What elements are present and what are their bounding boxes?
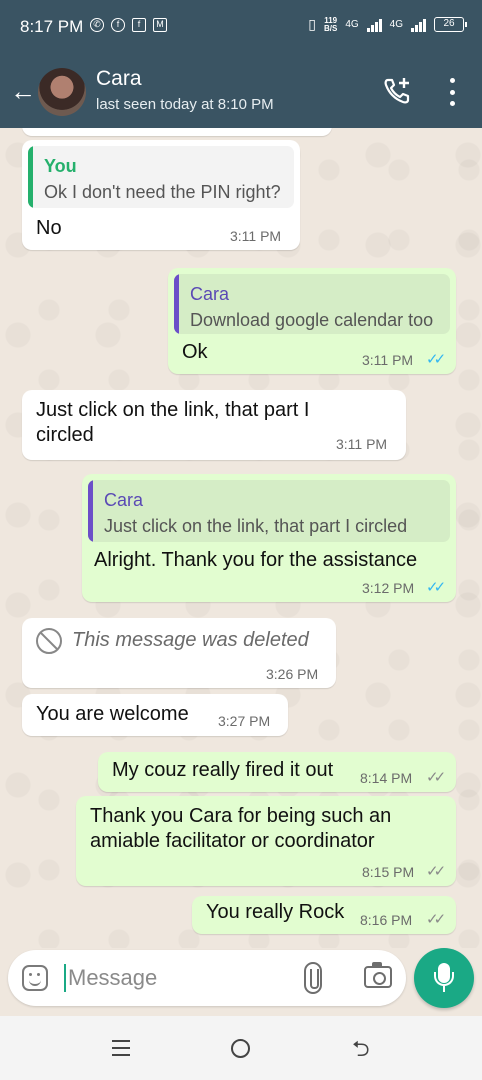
system-navigation-bar: ⮌ [0, 1016, 482, 1080]
message-text-line2: amiable facilitator or coordinator [90, 830, 375, 852]
delivered-ticks-icon: ✓✓ [426, 911, 446, 928]
gmail-notification-icon: M [153, 18, 167, 32]
add-call-icon[interactable] [382, 76, 412, 106]
message-time: 8:14 PM [360, 770, 413, 786]
whatsapp-notification-icon: ✆ [90, 18, 104, 32]
vibrate-icon: ▯ [308, 16, 316, 32]
message-text: This message was deleted [72, 629, 309, 651]
message-text: No [36, 217, 62, 239]
message-bubble[interactable]: Cara Just click on the link, that part I… [82, 474, 456, 602]
message-time: 3:11 PM [230, 228, 282, 244]
message-bubble[interactable]: Just click on the link, that part I circ… [22, 390, 406, 460]
message-time: 8:15 PM [362, 864, 415, 880]
avatar[interactable] [38, 68, 86, 116]
network-speed: 119 B/S [323, 15, 338, 33]
network-type-1: 4G [345, 19, 359, 30]
message-text: My couz really fired it out [112, 759, 334, 781]
message-text-line1: Just click on the link, that part I [36, 399, 310, 421]
system-indicators: ▯ 119 B/S 4G 4G 26 [308, 15, 467, 33]
network-type-2: 4G [389, 19, 403, 30]
quote-text: Ok I don't need the PIN right? [44, 182, 281, 202]
message-text: You are welcome [36, 703, 189, 725]
message-text: Ok [182, 341, 208, 363]
read-ticks-icon: ✓✓ [426, 351, 446, 368]
quoted-message[interactable]: Cara Download google calendar too [174, 274, 450, 334]
quote-author: Cara [190, 284, 230, 304]
facebook-notification-icon: f [111, 18, 125, 32]
arrow-left-icon[interactable]: ← [10, 78, 36, 104]
quoted-message[interactable]: Cara Just click on the link, that part I… [88, 480, 450, 542]
camera-icon[interactable] [364, 962, 392, 988]
message-time: 3:11 PM [362, 352, 414, 368]
status-bar: 8:17 PM ✆ f f M ▯ 119 B/S 4G 4G 26 [0, 0, 482, 56]
paperclip-icon[interactable] [304, 962, 322, 994]
last-seen-status[interactable]: last seen today at 8:10 PM [96, 96, 274, 113]
message-text: Alright. Thank you for the assistance [94, 549, 418, 571]
quote-text: Download google calendar too [190, 310, 434, 330]
message-input[interactable] [68, 962, 288, 994]
message-bubble[interactable]: You are welcome 3:27 PM [22, 694, 288, 736]
message-bubble-partial [22, 128, 332, 136]
message-time: 3:27 PM [218, 713, 271, 729]
message-time: 8:16 PM [360, 912, 413, 928]
message-text-line2: circled [36, 424, 94, 446]
voice-record-button[interactable] [414, 948, 474, 1008]
signal-icon [366, 18, 382, 32]
message-text: You really Rock [206, 901, 345, 923]
delivered-ticks-icon: ✓✓ [426, 863, 446, 880]
quote-text: Just click on the link, that part I circ… [104, 516, 408, 536]
quoted-message[interactable]: You Ok I don't need the PIN right? [28, 146, 294, 208]
status-time: 8:17 PM [20, 17, 84, 36]
message-text-line1: Thank you Cara for being such an [90, 805, 392, 827]
read-ticks-icon: ✓✓ [426, 579, 446, 596]
more-vertical-icon[interactable] [444, 78, 460, 106]
menu-icon[interactable] [112, 1040, 130, 1056]
sticker-icon[interactable] [22, 965, 48, 991]
battery-level: 26 [443, 18, 455, 29]
message-bubble[interactable]: Cara Download google calendar too Ok 3:1… [168, 268, 456, 374]
message-bubble-deleted[interactable]: This message was deleted 3:26 PM [22, 618, 336, 688]
back-nav-icon[interactable]: ⮌ [352, 1038, 370, 1060]
home-icon[interactable] [231, 1039, 250, 1058]
message-time: 3:26 PM [266, 666, 319, 682]
message-bubble[interactable]: You Ok I don't need the PIN right? No 3:… [22, 140, 300, 250]
contact-name[interactable]: Cara [96, 67, 142, 91]
chat-header: ← Cara last seen today at 8:10 PM [0, 56, 482, 128]
message-bubble[interactable]: You really Rock 8:16 PM ✓✓ [192, 896, 456, 934]
quote-author: Cara [104, 490, 144, 510]
facebook-lite-notification-icon: f [132, 18, 146, 32]
message-bubble[interactable]: Thank you Cara for being such an amiable… [76, 796, 456, 886]
signal-icon-2 [411, 18, 426, 32]
message-composer[interactable] [8, 950, 406, 1006]
message-bubble[interactable]: My couz really fired it out 8:14 PM ✓✓ [98, 752, 456, 792]
message-time: 3:12 PM [362, 580, 415, 596]
notification-icons: ✆ f f M [90, 18, 167, 32]
battery-icon: 26 [434, 17, 467, 32]
delivered-ticks-icon: ✓✓ [426, 769, 446, 786]
quote-author: You [44, 156, 77, 176]
chat-messages[interactable]: You Ok I don't need the PIN right? No 3:… [0, 128, 482, 948]
message-time: 3:11 PM [336, 436, 388, 452]
text-cursor [64, 964, 66, 992]
blocked-icon [36, 628, 62, 654]
